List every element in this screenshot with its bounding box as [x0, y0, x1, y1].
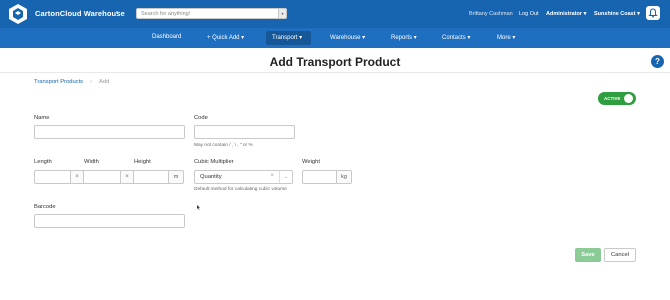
mouse-cursor-icon [197, 205, 200, 210]
weight-label: Weight [302, 159, 320, 165]
barcode-label: Barcode [34, 204, 56, 210]
search-input[interactable]: Search for anything! [141, 11, 190, 17]
weight-input[interactable] [302, 170, 337, 184]
width-input[interactable] [83, 170, 121, 184]
location-dropdown[interactable]: Sunshine Coast ▾ [594, 11, 640, 17]
weight-unit: kg [337, 170, 352, 184]
breadcrumb-current: Add [99, 79, 110, 85]
toggle-knob [624, 94, 633, 103]
nav-reports[interactable]: Reports ▾ [391, 34, 417, 41]
nav-dashboard[interactable]: Dashboard [152, 34, 181, 40]
height-input[interactable] [133, 170, 169, 184]
barcode-input[interactable] [34, 214, 185, 228]
search-dropdown-icon[interactable]: ▾ [278, 9, 286, 18]
main-nav: Dashboard + Quick Add ▾ Transport ▾ Ware… [0, 28, 670, 48]
code-label: Code [194, 115, 208, 121]
dimension-separator: × [71, 170, 83, 184]
cancel-button[interactable]: Cancel [604, 248, 636, 262]
nav-quick-add[interactable]: + Quick Add ▾ [207, 34, 244, 41]
cubic-multiplier-hint: Default method for calculating cubic vol… [194, 187, 287, 192]
dimension-separator: × [121, 170, 133, 184]
page-title: Add Transport Product [269, 55, 401, 69]
chevron-down-icon[interactable]: ▾ [116, 10, 119, 16]
cubic-multiplier-label: Cubic Multiplier [194, 159, 234, 165]
breadcrumb-separator: › [90, 79, 92, 85]
length-label: Length [34, 159, 52, 165]
global-search[interactable]: Search for anything! ▾ [136, 8, 287, 19]
nav-contacts[interactable]: Contacts ▾ [442, 34, 470, 41]
top-header: CartonCloud Warehouse ▾ Search for anyth… [0, 0, 670, 28]
nav-more[interactable]: More ▾ [497, 34, 515, 41]
cubic-multiplier-select[interactable]: Quantity × ⌄ [194, 170, 293, 184]
active-toggle[interactable]: ACTIVE [598, 92, 636, 105]
nav-transport[interactable]: Transport ▾ [272, 34, 302, 41]
dimension-unit: m [169, 170, 184, 184]
name-input[interactable] [34, 125, 185, 139]
clear-icon[interactable]: × [270, 173, 274, 179]
notifications-button[interactable] [646, 6, 660, 20]
cartoncloud-logo-icon[interactable] [9, 4, 27, 24]
logout-link[interactable]: Log Out [519, 11, 539, 17]
cubic-multiplier-value: Quantity [200, 174, 222, 180]
help-icon[interactable]: ? [651, 55, 664, 68]
chevron-down-icon[interactable]: ⌄ [279, 171, 292, 183]
header-divider [0, 72, 670, 73]
code-hint: May not contain / , \ , " or % [194, 143, 253, 148]
save-button[interactable]: Save [575, 248, 601, 262]
active-toggle-label: ACTIVE [604, 95, 621, 101]
bell-icon [648, 8, 658, 18]
user-name[interactable]: Brittany Cashman [469, 11, 513, 17]
height-label: Height [134, 159, 151, 165]
name-label: Name [34, 115, 50, 121]
app-switcher[interactable]: CartonCloud Warehouse [35, 9, 125, 18]
width-label: Width [84, 159, 99, 165]
role-dropdown[interactable]: Administrator ▾ [546, 11, 586, 17]
breadcrumb-transport-products[interactable]: Transport Products [34, 79, 83, 85]
nav-warehouse[interactable]: Warehouse ▾ [330, 34, 365, 41]
code-input[interactable] [194, 125, 295, 139]
length-input[interactable] [34, 170, 71, 184]
